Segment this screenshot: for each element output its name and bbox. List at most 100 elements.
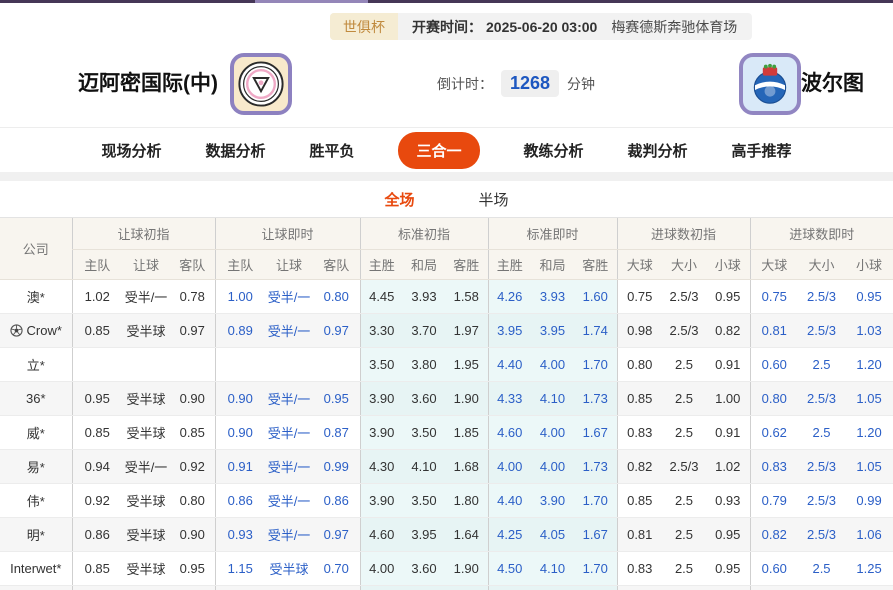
- odds-cell: 2.5/3: [798, 314, 845, 348]
- odds-cell: 受半/一: [265, 416, 313, 450]
- subcol-header: 客胜: [445, 250, 488, 280]
- nav-tab-2[interactable]: 数据分析: [205, 140, 265, 161]
- odds-cell: 0.80: [750, 382, 798, 416]
- odds-cell: 0.92: [170, 450, 215, 484]
- odds-cell: 0.83: [617, 552, 662, 586]
- odds-cell: [750, 586, 798, 590]
- subcol-header: 大小: [662, 250, 706, 280]
- odds-cell: 受半/一: [122, 450, 170, 484]
- odds-cell: 1.03: [845, 314, 893, 348]
- odds-cell: 3.80: [403, 348, 445, 382]
- odds-cell: 1.97: [445, 314, 488, 348]
- odds-cell: 0.80: [617, 348, 662, 382]
- nav-tab-6[interactable]: 裁判分析: [628, 140, 688, 161]
- odds-cell: 0.95: [706, 518, 750, 552]
- odds-cell: 0.85: [72, 552, 122, 586]
- odds-cell: 4.00: [360, 552, 403, 586]
- inter-miami-crest-icon: [237, 60, 285, 108]
- company-cell: 明*: [0, 518, 72, 552]
- odds-cell: 2.5: [798, 416, 845, 450]
- odds-cell: 4.10: [403, 450, 445, 484]
- odds-cell: 0.91: [706, 348, 750, 382]
- odds-cell: 0.60: [750, 552, 798, 586]
- odds-cell: 受半球: [122, 314, 170, 348]
- odds-cell: 4.60: [360, 518, 403, 552]
- odds-cell: 受半球: [122, 484, 170, 518]
- odds-cell: 1.60: [574, 280, 617, 314]
- odds-cell: 1.15: [215, 552, 265, 586]
- nav-tab-3[interactable]: 胜平负: [309, 140, 354, 161]
- countdown-value: 1268: [501, 70, 559, 97]
- odds-cell: 2.5/3: [662, 280, 706, 314]
- odds-cell: 0.97: [170, 314, 215, 348]
- odds-cell: [313, 348, 360, 382]
- subtab-1[interactable]: 全场: [378, 189, 420, 220]
- odds-cell: [215, 586, 265, 590]
- odds-cell: [122, 586, 170, 590]
- odds-cell: 0.83: [617, 416, 662, 450]
- odds-table-body: 澳*1.02受半/一0.781.00受半/一0.804.453.931.584.…: [0, 280, 893, 590]
- nav-tab-4[interactable]: 三合一: [398, 132, 479, 169]
- odds-cell: 4.00: [531, 450, 574, 484]
- table-header-groups: 公司 让球初指 让球即时 标准初指 标准即时 进球数初指 进球数即时: [0, 218, 893, 250]
- odds-cell: 4.05: [531, 518, 574, 552]
- odds-cell: 1.02: [706, 450, 750, 484]
- odds-cell: 0.82: [617, 450, 662, 484]
- odds-cell: 4.00: [531, 348, 574, 382]
- nav-tab-7[interactable]: 高手推荐: [732, 140, 792, 161]
- odds-cell: 1.25: [845, 552, 893, 586]
- venue-name: 梅赛德斯奔驰体育场: [597, 17, 752, 37]
- odds-cell: 2.5: [662, 518, 706, 552]
- odds-cell: 0.62: [750, 416, 798, 450]
- company-cell: 威*: [0, 416, 72, 450]
- odds-cell: 1.06: [845, 518, 893, 552]
- odds-cell: 0.95: [706, 552, 750, 586]
- company-header: 公司: [0, 218, 72, 280]
- odds-cell: 2.5/3: [798, 450, 845, 484]
- odds-cell: 0.97: [313, 518, 360, 552]
- company-cell: 立*: [0, 348, 72, 382]
- odds-cell: 0.89: [215, 314, 265, 348]
- odds-cell: [265, 586, 313, 590]
- odds-cell: [617, 586, 662, 590]
- odds-cell: 2.5: [662, 552, 706, 586]
- odds-cell: 2.5: [662, 348, 706, 382]
- odds-cell: 0.81: [750, 314, 798, 348]
- odds-cell: 0.91: [706, 416, 750, 450]
- odds-cell: 4.40: [488, 484, 531, 518]
- home-team-logo: [230, 53, 292, 115]
- subcol-header: 小球: [706, 250, 750, 280]
- odds-cell: 0.90: [215, 416, 265, 450]
- odds-cell: 0.85: [617, 382, 662, 416]
- odds-cell: 受半/一: [265, 450, 313, 484]
- odds-cell: 3.70: [403, 314, 445, 348]
- odds-cell: 0.79: [750, 484, 798, 518]
- odds-cell: 1.90: [445, 382, 488, 416]
- odds-cell: 1.70: [574, 348, 617, 382]
- odds-cell: [798, 586, 845, 590]
- odds-cell: 3.90: [360, 382, 403, 416]
- subcol-header: 小球: [845, 250, 893, 280]
- odds-cell: [531, 586, 574, 590]
- company-cell: 易*: [0, 450, 72, 484]
- table-row: 易*0.94受半/一0.920.91受半/一0.994.304.101.684.…: [0, 450, 893, 484]
- odds-cell: 受半球: [122, 552, 170, 586]
- subtab-2[interactable]: 半场: [473, 189, 515, 217]
- countdown: 倒计时： 1268 分钟: [437, 40, 595, 127]
- odds-cell: 4.10: [531, 552, 574, 586]
- odds-cell: 1.67: [574, 416, 617, 450]
- odds-cell: 4.50: [488, 552, 531, 586]
- odds-cell: 3.90: [531, 484, 574, 518]
- nav-tab-1[interactable]: 现场分析: [101, 140, 161, 161]
- table-row: Interwet*0.85受半球0.951.15受半球0.704.003.601…: [0, 552, 893, 586]
- subcol-header: 让球: [265, 250, 313, 280]
- odds-cell: [170, 586, 215, 590]
- table-row: Crow*0.85受半球0.970.89受半/一0.973.303.701.97…: [0, 314, 893, 348]
- odds-cell: 受半球: [122, 518, 170, 552]
- odds-cell: 受半/一: [265, 518, 313, 552]
- odds-cell: 3.30: [360, 314, 403, 348]
- odds-cell: 0.99: [313, 450, 360, 484]
- odds-cell: 3.90: [360, 416, 403, 450]
- nav-tab-5[interactable]: 教练分析: [524, 140, 584, 161]
- odds-cell: 2.5/3: [662, 314, 706, 348]
